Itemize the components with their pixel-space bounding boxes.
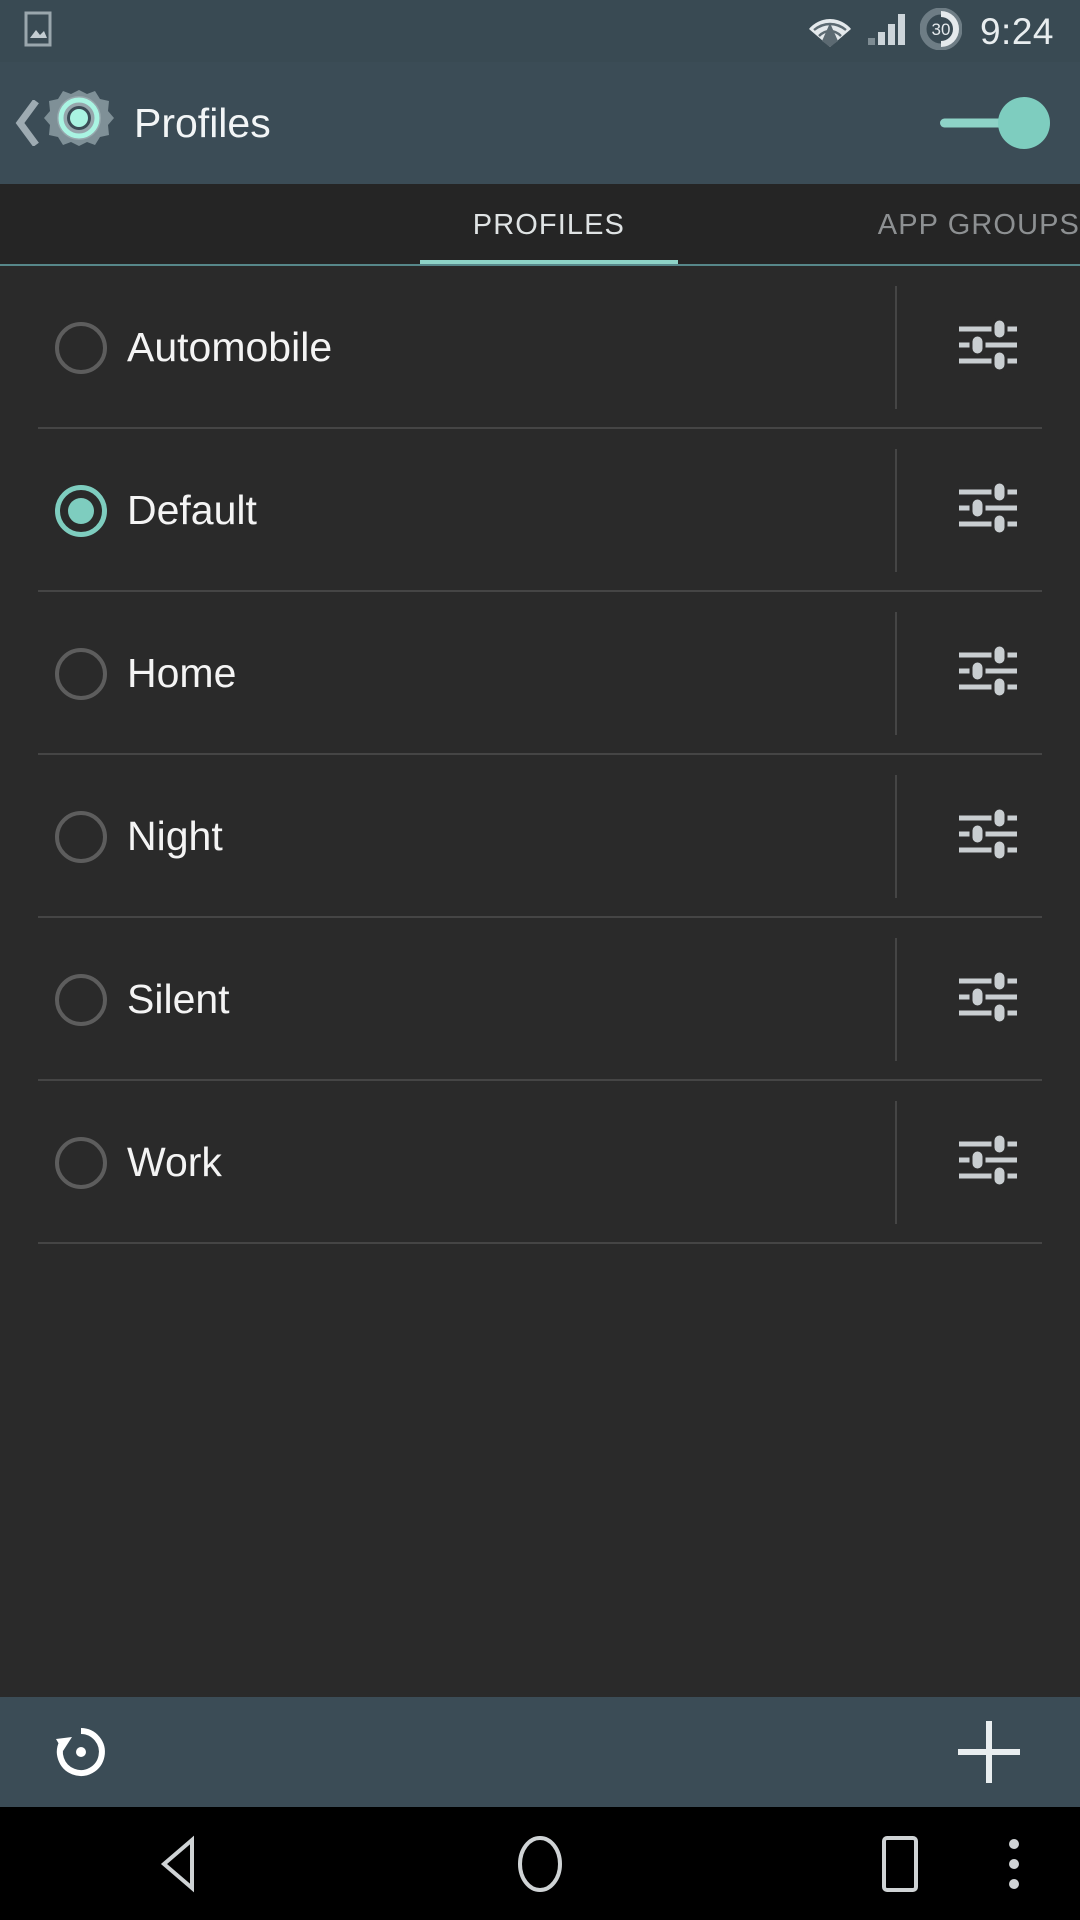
- profile-name: Silent: [127, 976, 230, 1022]
- tab-profiles-label: PROFILES: [472, 208, 625, 241]
- profile-row-automobile[interactable]: Automobile: [0, 266, 895, 429]
- profile-name: Home: [127, 650, 237, 696]
- sliders-icon[interactable]: [955, 1127, 1021, 1198]
- android-nav-bar: [0, 1807, 1080, 1920]
- table-row[interactable]: Work: [0, 1081, 1080, 1244]
- table-row[interactable]: Night: [0, 755, 1080, 918]
- profile-name: Automobile: [127, 324, 333, 370]
- tab-bar: PROFILES APP GROUPS: [0, 184, 1080, 266]
- table-row[interactable]: Automobile: [0, 266, 1080, 429]
- status-bar: 30 9:24: [0, 0, 1080, 62]
- profile-row-silent[interactable]: Silent: [0, 918, 895, 1081]
- cellular-signal-icon: [866, 11, 906, 52]
- gear-icon[interactable]: [42, 86, 116, 160]
- profile-row-home[interactable]: Home: [0, 592, 895, 755]
- profiles-enabled-toggle[interactable]: [938, 96, 1050, 150]
- tab-profiles[interactable]: PROFILES: [420, 184, 678, 266]
- app-screen: 30 9:24 Profiles PROFILES APP GROUPS Aut…: [0, 0, 1080, 1920]
- row-vertical-separator: [895, 286, 897, 409]
- nav-home-circle-icon[interactable]: [360, 1807, 720, 1920]
- header-left-group[interactable]: Profiles: [10, 86, 271, 160]
- row-vertical-separator: [895, 938, 897, 1061]
- restore-reset-icon[interactable]: [38, 1709, 124, 1795]
- sliders-icon[interactable]: [955, 475, 1021, 546]
- profile-name: Work: [127, 1139, 222, 1185]
- tab-app-groups[interactable]: APP GROUPS: [678, 184, 1080, 266]
- bottom-action-bar: [0, 1697, 1080, 1807]
- profile-settings-button-night[interactable]: [895, 755, 1080, 918]
- profile-row-default[interactable]: Default: [0, 429, 895, 592]
- back-chevron-icon[interactable]: [10, 100, 44, 146]
- battery-icon: 30: [919, 7, 963, 55]
- radio-button-home[interactable]: [55, 647, 107, 700]
- sliders-icon[interactable]: [955, 638, 1021, 709]
- app-header: Profiles: [0, 62, 1080, 184]
- profile-settings-button-home[interactable]: [895, 592, 1080, 755]
- nav-back-triangle-icon[interactable]: [0, 1807, 360, 1920]
- sliders-icon[interactable]: [955, 801, 1021, 872]
- profile-row-work[interactable]: Work: [0, 1081, 895, 1244]
- row-vertical-separator: [895, 449, 897, 572]
- profile-name: Default: [127, 487, 257, 533]
- table-row[interactable]: Home: [0, 592, 1080, 755]
- row-vertical-separator: [895, 1101, 897, 1224]
- radio-button-silent[interactable]: [55, 973, 107, 1026]
- table-row[interactable]: Silent: [0, 918, 1080, 1081]
- profile-row-night[interactable]: Night: [0, 755, 895, 918]
- profiles-list: Automobile Default Home Night Silent Wor…: [0, 266, 1080, 1697]
- row-divider: [38, 1242, 1042, 1244]
- tab-app-groups-label: APP GROUPS: [877, 208, 1080, 241]
- profile-settings-button-silent[interactable]: [895, 918, 1080, 1081]
- profile-name: Night: [127, 813, 223, 859]
- status-bar-clock: 9:24: [979, 10, 1054, 52]
- profile-settings-button-work[interactable]: [895, 1081, 1080, 1244]
- status-bar-indicators: 30 9:24: [808, 7, 1054, 55]
- sliders-icon[interactable]: [955, 964, 1021, 1035]
- row-vertical-separator: [895, 612, 897, 735]
- row-vertical-separator: [895, 775, 897, 898]
- profile-settings-button-automobile[interactable]: [895, 266, 1080, 429]
- wifi-icon: [808, 11, 852, 52]
- battery-level-text: 30: [932, 20, 951, 39]
- status-bar-notifications: [22, 11, 54, 52]
- table-row[interactable]: Default: [0, 429, 1080, 592]
- radio-button-work[interactable]: [55, 1136, 107, 1189]
- toggle-thumb[interactable]: [998, 97, 1050, 149]
- profile-settings-button-default[interactable]: [895, 429, 1080, 592]
- image-icon: [22, 11, 54, 52]
- nav-overflow-dots-icon[interactable]: [984, 1834, 1044, 1894]
- sliders-icon[interactable]: [955, 312, 1021, 383]
- radio-button-night[interactable]: [55, 810, 107, 863]
- radio-button-default[interactable]: [55, 484, 107, 537]
- radio-button-automobile[interactable]: [55, 321, 107, 374]
- page-title: Profiles: [134, 99, 271, 146]
- plus-icon[interactable]: [946, 1709, 1032, 1795]
